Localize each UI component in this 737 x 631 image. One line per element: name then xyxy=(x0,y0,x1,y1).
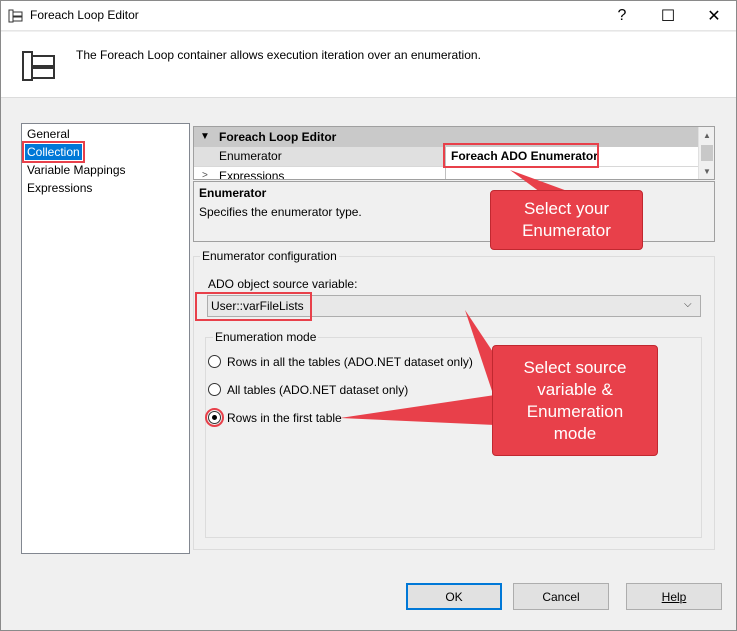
header-band xyxy=(0,32,737,98)
expand-arrow-icon[interactable]: > xyxy=(202,170,208,179)
callout-enumerator: Select your Enumerator xyxy=(490,190,643,250)
foreach-loop-container-icon xyxy=(22,51,55,81)
nav-item-collection[interactable]: Collection xyxy=(22,141,85,163)
foreach-loop-icon xyxy=(8,9,23,23)
maximize-button[interactable]: ☐ xyxy=(645,0,691,31)
grid-category-label: Foreach Loop Editor xyxy=(219,130,337,144)
mode-label-rows-all-tables[interactable]: Rows in all the tables (ADO.NET dataset … xyxy=(227,355,473,369)
cancel-button[interactable]: Cancel xyxy=(513,583,609,610)
help-button-label: Help xyxy=(661,589,687,604)
help-button[interactable]: Help xyxy=(626,583,722,610)
close-button[interactable]: ✕ xyxy=(691,0,737,31)
chevron-down-icon[interactable]: ⌵ xyxy=(684,299,692,310)
scroll-up-icon[interactable]: ▲ xyxy=(699,127,714,143)
collapse-arrow-icon[interactable]: ▼ xyxy=(200,131,210,142)
mode-label-all-tables[interactable]: All tables (ADO.NET dataset only) xyxy=(227,383,408,397)
grid-row-name: Enumerator xyxy=(194,147,445,166)
header-description: The Foreach Loop container allows execut… xyxy=(76,48,481,62)
mode-radio-all-tables[interactable] xyxy=(208,383,221,396)
window-title: Foreach Loop Editor xyxy=(30,8,139,22)
ok-button[interactable]: OK xyxy=(406,583,502,610)
callout-enumerator-text: Select your Enumerator xyxy=(522,199,611,240)
mode-radio-rows-all-tables[interactable] xyxy=(208,355,221,368)
scroll-thumb[interactable] xyxy=(701,145,713,161)
mode-label-rows-first-table[interactable]: Rows in the first table xyxy=(227,411,342,425)
callout-source: Select source variable & Enumeration mod… xyxy=(492,345,658,456)
grid-row-expressions[interactable]: > Expressions xyxy=(194,166,698,180)
source-variable-highlight xyxy=(195,292,312,321)
description-text: Specifies the enumerator type. xyxy=(199,205,362,219)
title-help-button[interactable]: ? xyxy=(599,0,645,31)
source-variable-label: ADO object source variable: xyxy=(208,277,358,291)
enumerator-highlight xyxy=(443,143,599,168)
grid-row-divider xyxy=(445,167,446,179)
grid-scrollbar[interactable]: ▲ ▼ xyxy=(698,127,714,179)
nav-item-variable-mappings[interactable]: Variable Mappings xyxy=(25,162,128,178)
nav-item-expressions[interactable]: Expressions xyxy=(25,180,94,196)
description-title: Enumerator xyxy=(199,186,267,200)
scroll-down-icon[interactable]: ▼ xyxy=(699,163,714,179)
config-group-label: Enumerator configuration xyxy=(200,249,339,263)
mode-radio-rows-first-table[interactable] xyxy=(205,408,224,427)
grid-row-name: Expressions xyxy=(219,169,285,180)
enumeration-mode-label: Enumeration mode xyxy=(213,330,319,344)
callout-source-text: Select source variable & Enumeration mod… xyxy=(523,357,627,443)
nav-item-general[interactable]: General xyxy=(25,126,72,142)
